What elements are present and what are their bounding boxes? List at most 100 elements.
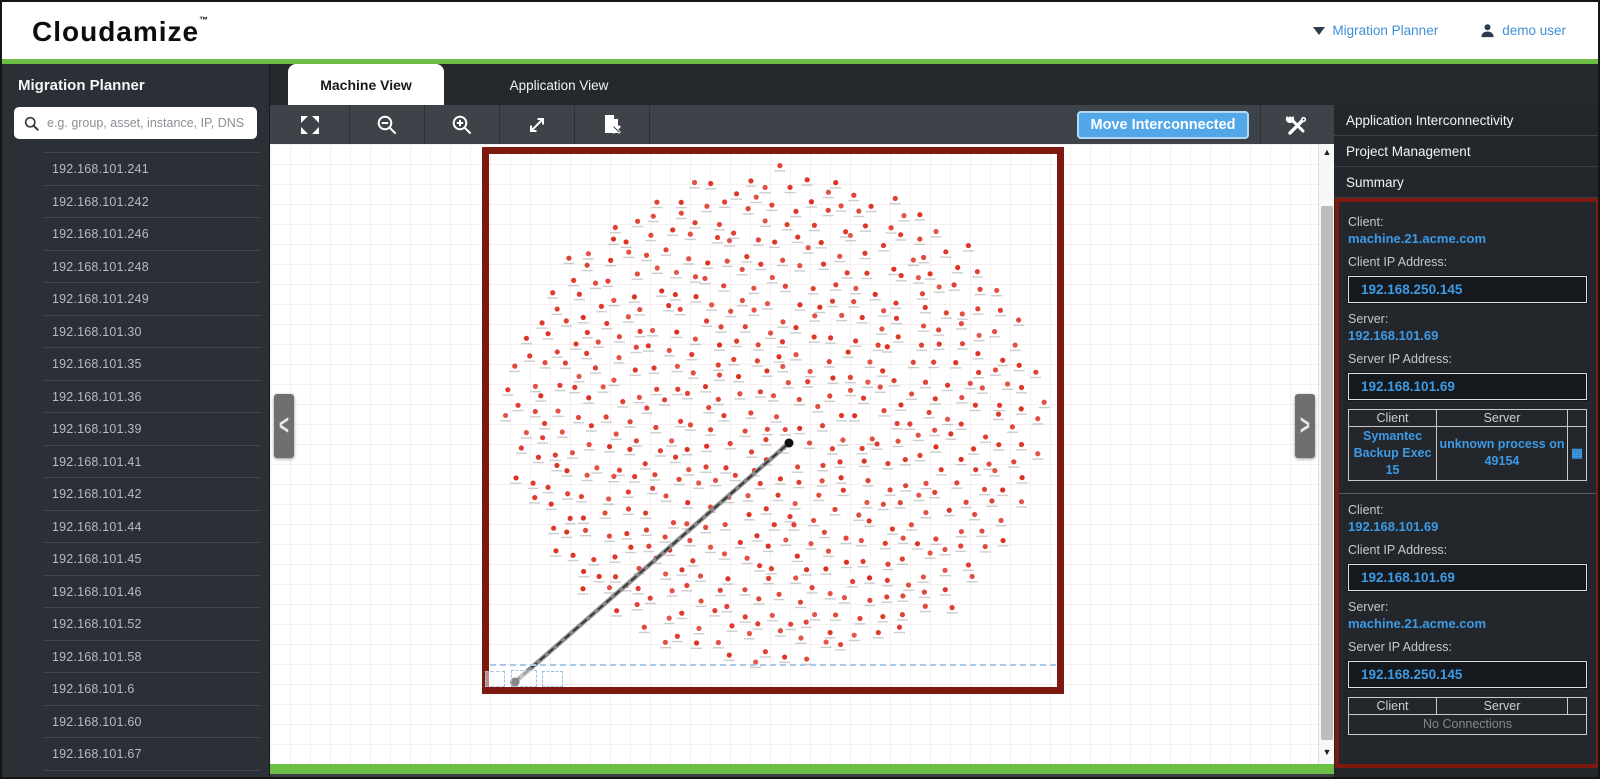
- expand-right-panel-handle[interactable]: >: [1295, 394, 1315, 458]
- list-item[interactable]: 192.168.101.246: [44, 218, 261, 251]
- server-label: Server:: [1348, 600, 1587, 614]
- zoom-out-icon: [376, 114, 398, 136]
- list-item[interactable]: 192.168.101.30: [44, 316, 261, 349]
- tools-button[interactable]: [1262, 105, 1330, 144]
- drop-slot: [542, 671, 563, 687]
- list-item[interactable]: 192.168.101.248: [44, 251, 261, 284]
- cloudamize-logo: Cloudamize™: [32, 15, 208, 48]
- list-item[interactable]: 192.168.101.52: [44, 608, 261, 641]
- tab-strip: Machine View Application View: [270, 64, 1600, 105]
- server-process-cell[interactable]: unknown process on 49154: [1437, 427, 1568, 481]
- actions-column-header: [1567, 697, 1586, 714]
- zoom-out-button[interactable]: [350, 105, 425, 144]
- right-panel: Application Interconnectivity Project Ma…: [1334, 105, 1600, 779]
- collapse-left-panel-handle[interactable]: <: [274, 394, 294, 458]
- tab-machine-view[interactable]: Machine View: [288, 64, 444, 105]
- panel-menu-summary[interactable]: Summary: [1334, 167, 1600, 198]
- search-icon: [24, 116, 39, 131]
- ip-list: 192.168.101.241192.168.101.242192.168.10…: [44, 152, 261, 772]
- search-input[interactable]: [47, 116, 247, 130]
- client-ip-label: Client IP Address:: [1348, 255, 1587, 269]
- list-item[interactable]: 192.168.101.42: [44, 478, 261, 511]
- list-item[interactable]: 192.168.101.67: [44, 738, 261, 771]
- sidebar: Migration Planner 192.168.101.241192.168…: [2, 64, 270, 779]
- machine-dots-layer[interactable]: [270, 144, 1318, 764]
- client-ip-input[interactable]: [1348, 564, 1587, 591]
- list-item[interactable]: 192.168.101.60: [44, 706, 261, 739]
- table-row[interactable]: Symantec Backup Exec 15 unknown process …: [1349, 427, 1587, 481]
- client-ip-input[interactable]: [1348, 276, 1587, 303]
- server-label: Server:: [1348, 312, 1587, 326]
- server-ip-label: Server IP Address:: [1348, 640, 1587, 654]
- list-item[interactable]: 192.168.101.249: [44, 283, 261, 316]
- server-column-header: Server: [1437, 410, 1568, 427]
- table-row: No Connections: [1349, 714, 1587, 734]
- interconnectivity-details: Client: machine.21.acme.com Client IP Ad…: [1335, 198, 1600, 768]
- list-item[interactable]: 192.168.101.36: [44, 381, 261, 414]
- drop-slot: [511, 670, 537, 687]
- client-column-header: Client: [1349, 410, 1437, 427]
- list-item[interactable]: 192.168.101.39: [44, 413, 261, 446]
- scroll-down-arrow[interactable]: ▼: [1319, 744, 1335, 760]
- canvas-scrollbar[interactable]: ▲ ▼: [1318, 144, 1334, 764]
- clear-document-button[interactable]: [575, 105, 650, 144]
- connect-tool-icon: [526, 114, 548, 136]
- list-item[interactable]: 192.168.101.44: [44, 511, 261, 544]
- zoom-in-button[interactable]: [425, 105, 500, 144]
- user-menu[interactable]: demo user: [1480, 23, 1566, 38]
- actions-column-header: [1567, 410, 1586, 427]
- planner-dropdown[interactable]: Migration Planner: [1313, 23, 1438, 38]
- tab-application-view[interactable]: Application View: [466, 64, 652, 105]
- tools-icon: [1284, 113, 1308, 137]
- search-box[interactable]: [14, 107, 257, 139]
- toolbar-divider: [1260, 105, 1261, 144]
- list-item[interactable]: 192.168.101.46: [44, 576, 261, 609]
- server-ip-label: Server IP Address:: [1348, 352, 1587, 366]
- no-connections-cell: No Connections: [1349, 714, 1587, 734]
- server-ip-input[interactable]: [1348, 661, 1587, 688]
- client-label: Client:: [1348, 503, 1587, 517]
- list-item[interactable]: 192.168.101.58: [44, 641, 261, 674]
- list-item[interactable]: 192.168.101.6: [44, 673, 261, 706]
- fit-screen-button[interactable]: [270, 105, 350, 144]
- header: Cloudamize™ Migration Planner demo user: [2, 2, 1600, 59]
- server-value[interactable]: 192.168.101.69: [1348, 328, 1587, 343]
- list-item[interactable]: 192.168.101.45: [44, 543, 261, 576]
- drop-zone-dashed-line: [490, 664, 1056, 666]
- network-map-canvas[interactable]: < >: [270, 144, 1318, 764]
- server-column-header: Server: [1437, 697, 1568, 714]
- move-interconnected-button[interactable]: Move Interconnected: [1077, 111, 1249, 139]
- scrollbar-thumb[interactable]: [1321, 206, 1333, 740]
- fit-screen-icon: [299, 114, 321, 136]
- chevron-down-icon: [1313, 27, 1325, 35]
- drop-slot: [485, 671, 505, 687]
- section-divider: [1339, 493, 1596, 494]
- client-process-cell[interactable]: Symantec Backup Exec 15: [1349, 427, 1437, 481]
- zoom-in-icon: [451, 114, 473, 136]
- connections-table-empty: Client Server No Connections: [1348, 697, 1587, 735]
- table-detail-icon[interactable]: ▦: [1567, 427, 1586, 481]
- list-item[interactable]: 192.168.101.41: [44, 446, 261, 479]
- user-menu-label: demo user: [1502, 23, 1566, 38]
- list-item[interactable]: 192.168.101.35: [44, 348, 261, 381]
- client-ip-label: Client IP Address:: [1348, 543, 1587, 557]
- client-value[interactable]: machine.21.acme.com: [1348, 231, 1587, 246]
- header-nav: Migration Planner demo user: [1313, 2, 1566, 59]
- client-value[interactable]: 192.168.101.69: [1348, 519, 1587, 534]
- list-item[interactable]: 192.168.101.241: [44, 153, 261, 186]
- connections-table: Client Server Symantec Backup Exec 15 un…: [1348, 409, 1587, 481]
- scroll-up-arrow[interactable]: ▲: [1319, 144, 1335, 160]
- sidebar-title: Migration Planner: [2, 64, 269, 105]
- connect-tool-button[interactable]: [500, 105, 575, 144]
- app-window: Cloudamize™ Migration Planner demo user …: [0, 0, 1600, 779]
- accent-bar-bottom: [270, 764, 1334, 774]
- panel-menu-application-interconnectivity[interactable]: Application Interconnectivity: [1334, 105, 1600, 136]
- list-item[interactable]: 192.168.101.242: [44, 186, 261, 219]
- table-header-row: Client Server: [1349, 410, 1587, 427]
- planner-dropdown-label: Migration Planner: [1332, 23, 1438, 38]
- user-icon: [1480, 23, 1495, 38]
- server-ip-input[interactable]: [1348, 373, 1587, 400]
- panel-menu-project-management[interactable]: Project Management: [1334, 136, 1600, 167]
- server-value[interactable]: machine.21.acme.com: [1348, 616, 1587, 631]
- bottom-strip: [270, 774, 1334, 779]
